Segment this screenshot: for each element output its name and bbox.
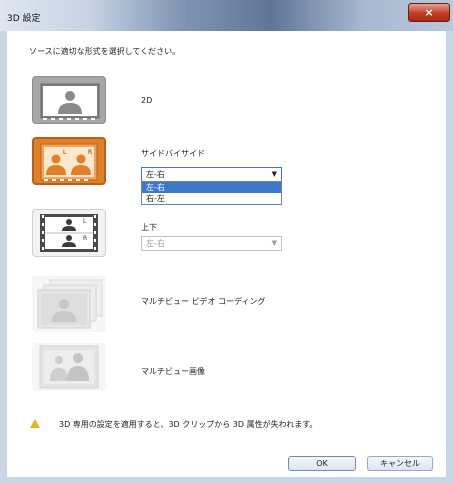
option-side-by-side-label[interactable]: サイドバイサイド bbox=[141, 148, 205, 159]
top-bottom-dropdown[interactable]: 左-右 ▼ bbox=[141, 236, 282, 251]
svg-text:R: R bbox=[83, 235, 87, 242]
top-bottom-dropdown-value: 左-右 bbox=[146, 239, 165, 248]
side-by-side-dropdown-list: 左-右 右-左 bbox=[141, 181, 282, 205]
window-frame-left bbox=[0, 31, 7, 483]
title-bar: 3D 設定 × bbox=[0, 0, 453, 31]
option-multiview-image-tile[interactable] bbox=[32, 343, 106, 391]
side-by-side-icon: L R bbox=[40, 143, 98, 181]
chevron-down-icon: ▼ bbox=[271, 170, 277, 178]
instruction-text: ソースに適切な形式を選択してください。 bbox=[29, 47, 181, 56]
warning-text: 3D 専用の設定を適用すると、3D クリップから 3D 属性が失われます。 bbox=[59, 420, 318, 429]
dropdown-option-left-right[interactable]: 左-右 bbox=[142, 182, 281, 193]
window-frame-bottom bbox=[0, 477, 453, 483]
close-icon: × bbox=[424, 6, 434, 19]
option-side-by-side-tile[interactable]: L R bbox=[32, 137, 106, 185]
option-multiview-image-label[interactable]: マルチビュー画像 bbox=[141, 366, 205, 377]
svg-text:R: R bbox=[88, 149, 92, 156]
multiview-image-icon bbox=[39, 345, 99, 389]
option-2d-tile[interactable] bbox=[32, 76, 106, 124]
person-icon bbox=[40, 83, 100, 120]
option-top-bottom-label[interactable]: 上下 bbox=[141, 222, 157, 233]
option-multiview-video-label[interactable]: マルチビュー ビデオ コーディング bbox=[141, 296, 266, 307]
chevron-down-icon: ▼ bbox=[271, 239, 277, 247]
window-title: 3D 設定 bbox=[7, 14, 41, 24]
option-top-bottom-tile[interactable]: L R bbox=[32, 209, 106, 257]
side-by-side-dropdown-value: 左-右 bbox=[146, 170, 165, 179]
option-2d-label[interactable]: 2D bbox=[141, 96, 152, 105]
warning-icon bbox=[30, 419, 40, 428]
multiview-video-icon bbox=[37, 279, 103, 329]
cancel-button[interactable]: キャンセル bbox=[367, 456, 433, 471]
close-button[interactable]: × bbox=[408, 3, 450, 22]
window-frame-right bbox=[446, 31, 453, 483]
side-by-side-dropdown[interactable]: 左-右 ▼ bbox=[141, 167, 282, 182]
dropdown-option-right-left[interactable]: 右-左 bbox=[142, 193, 281, 204]
ok-button[interactable]: OK bbox=[288, 456, 356, 471]
top-bottom-icon: L R bbox=[40, 214, 98, 252]
option-multiview-video-tile[interactable] bbox=[32, 276, 106, 332]
